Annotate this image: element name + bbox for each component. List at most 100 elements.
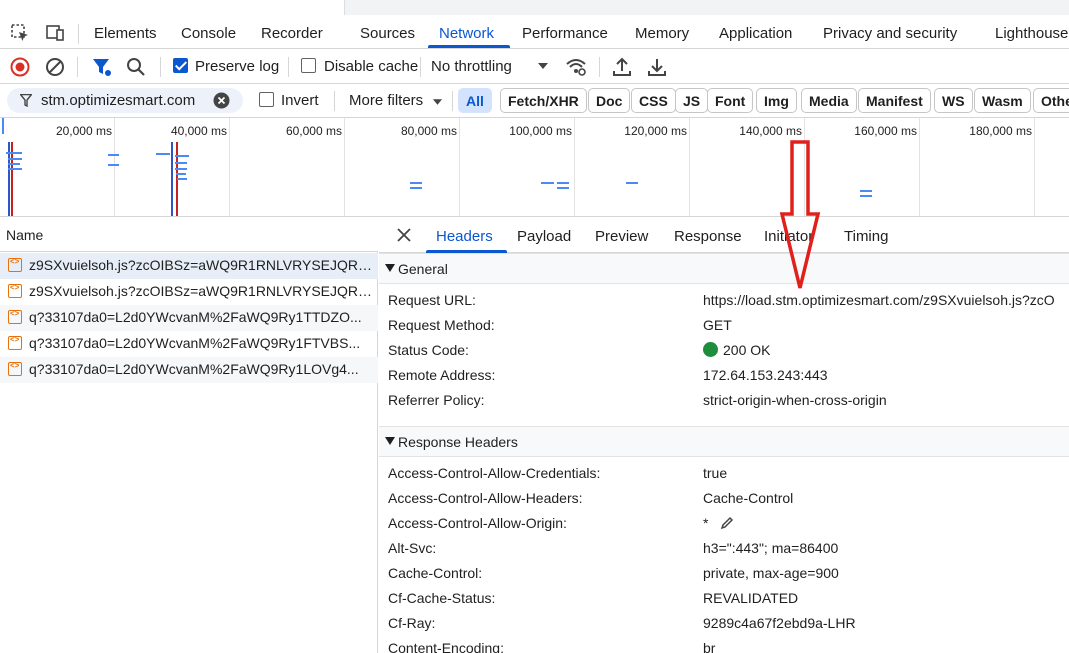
header-key: Access-Control-Allow-Credentials: <box>388 465 601 481</box>
search-icon[interactable] <box>125 56 147 78</box>
tab-privacy-security[interactable]: Privacy and security <box>823 25 957 42</box>
import-har-icon[interactable] <box>611 56 633 78</box>
devtools-tabbar: Elements Console Recorder Sources Networ… <box>0 0 1069 49</box>
clear-icon[interactable] <box>44 56 66 78</box>
filter-icon[interactable] <box>91 56 113 78</box>
request-bar <box>156 153 170 155</box>
filter-funnel-icon <box>20 94 32 107</box>
request-row[interactable]: z9SXvuielsoh.js?zcOIBSz=aWQ9R1RNLVRYSEJQ… <box>0 253 378 279</box>
type-filter-font[interactable]: Font <box>707 88 754 113</box>
throttling-select[interactable]: No throttling <box>431 58 512 75</box>
request-bar <box>8 158 22 160</box>
header-value[interactable]: REVALIDATED <box>703 590 798 606</box>
timeline-tick: 180,000 ms <box>969 124 1032 138</box>
type-filter-doc[interactable]: Doc <box>588 88 631 113</box>
header-row: Cache-Control: private, max-age=900 <box>379 561 1069 586</box>
type-filter-css[interactable]: CSS <box>631 88 676 113</box>
tab-preview[interactable]: Preview <box>595 228 648 245</box>
active-tab-indicator <box>428 45 510 48</box>
type-filter-other[interactable]: Othe <box>1033 88 1069 113</box>
grid-line <box>229 118 230 216</box>
clear-filter-icon[interactable] <box>213 92 230 109</box>
request-row[interactable]: z9SXvuielsoh.js?zcOIBSz=aWQ9R1RNLVRYSEJQ… <box>0 279 378 305</box>
tab-timing[interactable]: Timing <box>844 228 888 245</box>
type-filter-ws[interactable]: WS <box>934 88 973 113</box>
export-har-icon[interactable] <box>646 56 668 78</box>
tab-application[interactable]: Application <box>719 25 792 42</box>
type-filter-img[interactable]: Img <box>756 88 797 113</box>
status-value[interactable]: 200 OK <box>703 342 770 358</box>
request-row[interactable]: q?33107da0=L2d0YWcvanM%2FaWQ9Ry1TTDZO... <box>0 305 378 331</box>
tab-recorder[interactable]: Recorder <box>261 25 323 42</box>
header-row: Request Method: GET <box>379 313 1069 338</box>
header-value[interactable]: true <box>703 465 727 481</box>
network-overview[interactable]: 20,000 ms 40,000 ms 60,000 ms 80,000 ms … <box>0 118 1069 217</box>
disable-cache-label: Disable cache <box>324 58 419 75</box>
device-toolbar-icon[interactable] <box>44 22 66 44</box>
tab-performance[interactable]: Performance <box>522 25 608 42</box>
tab-headers[interactable]: Headers <box>436 228 493 245</box>
tab-network[interactable]: Network <box>439 25 494 42</box>
invert-label: Invert <box>281 92 319 109</box>
request-row[interactable]: q?33107da0=L2d0YWcvanM%2FaWQ9Ry1LOVg4... <box>0 357 378 383</box>
name-column-header[interactable]: Name <box>0 217 378 252</box>
request-row[interactable]: q?33107da0=L2d0YWcvanM%2FaWQ9Ry1FTVBS... <box>0 331 378 357</box>
header-key: Access-Control-Allow-Origin: <box>388 515 567 531</box>
type-filter-media[interactable]: Media <box>801 88 857 113</box>
network-conditions-icon[interactable] <box>565 56 587 78</box>
inspect-element-icon[interactable] <box>9 22 31 44</box>
more-filters-button[interactable]: More filters <box>349 92 423 109</box>
header-value[interactable]: br <box>703 640 715 653</box>
request-name: q?33107da0=L2d0YWcvanM%2FaWQ9Ry1TTDZO... <box>29 309 362 325</box>
header-value[interactable]: Cache-Control <box>703 490 793 506</box>
invert-checkbox[interactable] <box>259 92 274 107</box>
header-value[interactable]: https://load.stm.optimizesmart.com/z9SXv… <box>703 292 1055 308</box>
timeline-tick: 100,000 ms <box>509 124 572 138</box>
timeline-tick: 60,000 ms <box>285 124 342 138</box>
script-file-icon <box>8 309 22 324</box>
request-bar <box>176 173 186 175</box>
record-stop-icon[interactable] <box>9 56 31 78</box>
request-bar <box>860 190 872 192</box>
tab-memory[interactable]: Memory <box>635 25 689 42</box>
type-filter-manifest[interactable]: Manifest <box>858 88 931 113</box>
tab-elements[interactable]: Elements <box>94 25 157 42</box>
header-value[interactable]: 172.64.153.243:443 <box>703 367 828 383</box>
chevron-down-icon[interactable] <box>432 98 443 106</box>
tab-sources[interactable]: Sources <box>360 25 415 42</box>
close-icon[interactable] <box>397 228 411 242</box>
header-value[interactable]: h3=":443"; ma=86400 <box>703 540 838 556</box>
chevron-down-icon[interactable] <box>537 62 549 70</box>
header-row: Access-Control-Allow-Origin: * <box>379 511 1069 536</box>
header-value: * <box>703 515 709 531</box>
preserve-log-checkbox[interactable] <box>173 58 188 73</box>
type-filter-fetch-xhr[interactable]: Fetch/XHR <box>500 88 587 113</box>
header-value[interactable]: private, max-age=900 <box>703 565 839 581</box>
response-headers-section-header[interactable]: Response Headers <box>379 426 1069 457</box>
header-key: Request Method: <box>388 317 495 333</box>
script-file-icon <box>8 361 22 376</box>
disable-cache-checkbox[interactable] <box>301 58 316 73</box>
header-key: Content-Encoding: <box>388 640 504 653</box>
filter-input[interactable]: stm.optimizesmart.com <box>7 88 243 113</box>
request-name: z9SXvuielsoh.js?zcOIBSz=aWQ9R1RNLVRYSEJQ… <box>29 283 374 299</box>
general-section-header[interactable]: General <box>379 253 1069 284</box>
tab-payload[interactable]: Payload <box>517 228 571 245</box>
tab-response[interactable]: Response <box>674 228 742 245</box>
request-bar <box>8 163 20 165</box>
tab-lighthouse[interactable]: Lighthouse <box>995 25 1068 42</box>
tab-console[interactable]: Console <box>181 25 236 42</box>
annotation-arrow-icon <box>779 140 821 289</box>
type-filter-all[interactable]: All <box>458 88 492 113</box>
header-value[interactable]: strict-origin-when-cross-origin <box>703 392 887 408</box>
header-row: Access-Control-Allow-Credentials: true <box>379 461 1069 486</box>
header-value-with-edit[interactable]: * <box>703 515 734 531</box>
type-filter-wasm[interactable]: Wasm <box>974 88 1031 113</box>
edit-pencil-icon[interactable] <box>720 516 734 530</box>
divider <box>77 57 78 77</box>
type-filter-js[interactable]: JS <box>675 88 709 113</box>
request-bar <box>2 118 4 134</box>
header-value[interactable]: 9289c4a67f2ebd9a-LHR <box>703 615 856 631</box>
header-value[interactable]: GET <box>703 317 732 333</box>
dom-content-loaded-line <box>171 142 173 216</box>
